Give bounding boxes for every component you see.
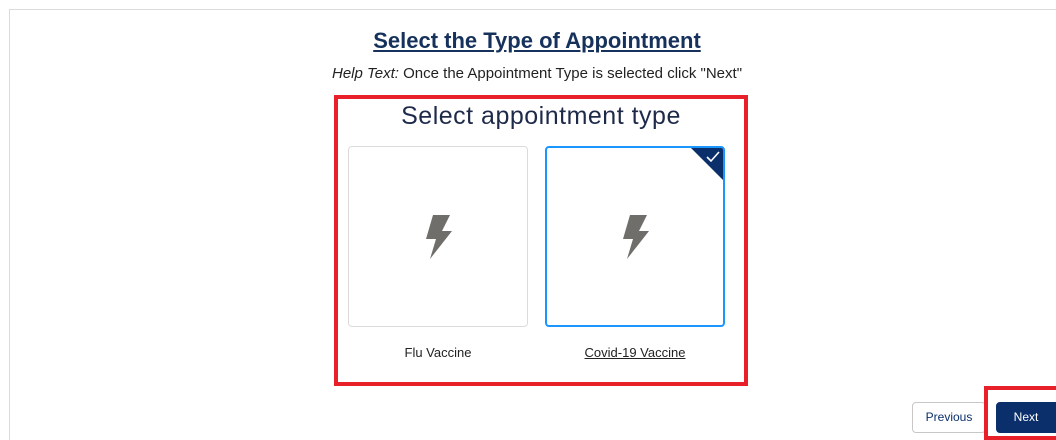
appointment-type-label-covid[interactable]: Covid-19 Vaccine — [545, 345, 725, 361]
lightning-bolt-icon — [426, 214, 452, 259]
help-text-body: Once the Appointment Type is selected cl… — [398, 65, 743, 82]
page-title: Select the Type of Appointment — [373, 28, 701, 53]
appointment-type-label-flu[interactable]: Flu Vaccine — [348, 345, 528, 361]
appointment-type-tile-covid[interactable] — [545, 146, 725, 327]
lightning-bolt-icon — [623, 214, 649, 259]
previous-button[interactable]: Previous — [912, 402, 986, 433]
checkmark-icon — [706, 151, 720, 163]
appointment-type-tile-flu[interactable] — [348, 146, 528, 327]
selector-heading: Select appointment type — [401, 102, 681, 130]
help-text-label: Help Text: — [331, 65, 399, 82]
help-text: Help Text: Once the Appointment Type is … — [0, 64, 1056, 84]
next-button[interactable]: Next — [996, 402, 1056, 433]
